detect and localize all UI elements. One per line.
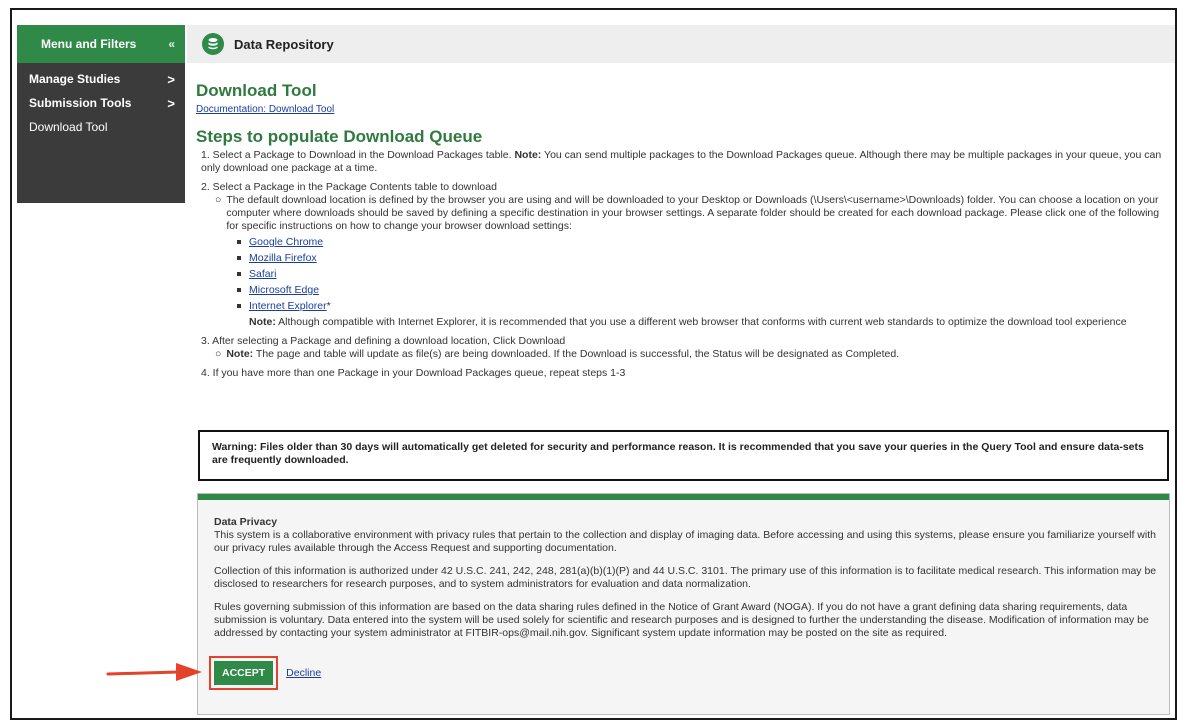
browser-links-list: Google Chrome Mozilla Firefox Safari Mic… <box>237 236 1168 313</box>
list-item: Safari <box>237 268 1168 281</box>
sidebar-item-submission-tools[interactable]: Submission Tools > <box>17 91 185 115</box>
menu-header-label: Menu and Filters <box>41 37 137 51</box>
step-4-text: 4. If you have more than one Package in … <box>201 367 626 379</box>
privacy-paragraph-2: Collection of this information is author… <box>214 565 1157 590</box>
step-2-text: 2. Select a Package in the Package Conte… <box>201 181 497 193</box>
step-3-note-label: Note: <box>226 348 254 360</box>
data-privacy-panel: Data Privacy This system is a collaborati… <box>197 493 1170 715</box>
database-icon <box>208 38 218 50</box>
link-safari[interactable]: Safari <box>249 268 276 281</box>
accept-highlight: ACCEPT <box>209 656 279 690</box>
sidebar-item-manage-studies[interactable]: Manage Studies > <box>17 67 185 91</box>
link-microsoft-edge[interactable]: Microsoft Edge <box>249 284 319 297</box>
page-title: Download Tool <box>196 81 317 100</box>
circle-bullet-icon: ○ <box>215 194 222 206</box>
square-bullet-icon <box>237 304 241 308</box>
step-3: 3. After selecting a Package and definin… <box>201 335 1168 361</box>
menu-body: Manage Studies > Submission Tools > Down… <box>17 63 185 203</box>
list-item: Microsoft Edge <box>237 284 1168 297</box>
step-1: 1. Select a Package to Download in the D… <box>201 149 1168 175</box>
ie-note-text: Although compatible with Internet Explor… <box>275 316 1127 328</box>
privacy-paragraph-1: This system is a collaborative environme… <box>214 529 1156 554</box>
sidebar-item-label: Submission Tools <box>29 96 132 110</box>
ie-note: Note: Although compatible with Internet … <box>249 316 1168 329</box>
red-arrow-icon <box>106 663 202 681</box>
square-bullet-icon <box>237 256 241 260</box>
step-1-prefix: 1. Select a Package to Download in the D… <box>201 149 515 161</box>
collapse-chevron-icon[interactable]: « <box>168 37 175 51</box>
privacy-actions: ACCEPT Decline <box>209 656 321 690</box>
step-3-text: 3. After selecting a Package and definin… <box>201 335 566 347</box>
top-bar: Data Repository <box>187 25 1175 63</box>
sidebar-item-label: Download Tool <box>29 120 108 134</box>
ie-note-label: Note: <box>249 316 276 328</box>
circle-bullet-icon: ○ <box>215 348 222 360</box>
accept-button[interactable]: ACCEPT <box>214 661 274 685</box>
warning-box: Warning: Files older than 30 days will a… <box>198 430 1169 481</box>
data-repository-logo-icon <box>202 33 224 55</box>
app-title: Data Repository <box>234 36 334 52</box>
link-internet-explorer[interactable]: Internet Explorer <box>249 300 327 313</box>
sidebar-item-label: Manage Studies <box>29 72 121 86</box>
list-item: Google Chrome <box>237 236 1168 249</box>
link-mozilla-firefox[interactable]: Mozilla Firefox <box>249 252 317 265</box>
privacy-title: Data Privacy <box>214 516 278 528</box>
decline-link[interactable]: Decline <box>286 667 321 679</box>
menu-filters-header[interactable]: Menu and Filters « <box>17 25 185 63</box>
step-2-sub-text: The default download location is defined… <box>226 194 1160 232</box>
privacy-paragraph-3: Rules governing submission of this infor… <box>214 601 1149 639</box>
sidebar-item-download-tool[interactable]: Download Tool <box>17 115 185 139</box>
step-3-note-text: The page and table will update as file(s… <box>253 348 900 360</box>
link-google-chrome[interactable]: Google Chrome <box>249 236 323 249</box>
chevron-right-icon: > <box>167 95 175 111</box>
square-bullet-icon <box>237 272 241 276</box>
square-bullet-icon <box>237 240 241 244</box>
step-2-sub: ○ The default download location is defin… <box>215 194 1168 233</box>
step-2: 2. Select a Package in the Package Conte… <box>201 181 1168 329</box>
chevron-right-icon: > <box>167 71 175 87</box>
documentation-link[interactable]: Documentation: Download Tool <box>196 103 1168 116</box>
step-3-sub: ○ Note: The page and table will update a… <box>215 348 1168 361</box>
list-item: Mozilla Firefox <box>237 252 1168 265</box>
main-content: Download Tool Documentation: Download To… <box>196 81 1168 386</box>
step-4: 4. If you have more than one Package in … <box>201 367 1168 380</box>
ie-asterisk: * <box>326 300 331 312</box>
sidebar: Menu and Filters « Manage Studies > Subm… <box>17 25 185 203</box>
steps-heading: Steps to populate Download Queue <box>196 127 483 146</box>
list-item: Internet Explorer * <box>237 300 1168 313</box>
step-1-note-label: Note: <box>514 149 542 161</box>
square-bullet-icon <box>237 288 241 292</box>
